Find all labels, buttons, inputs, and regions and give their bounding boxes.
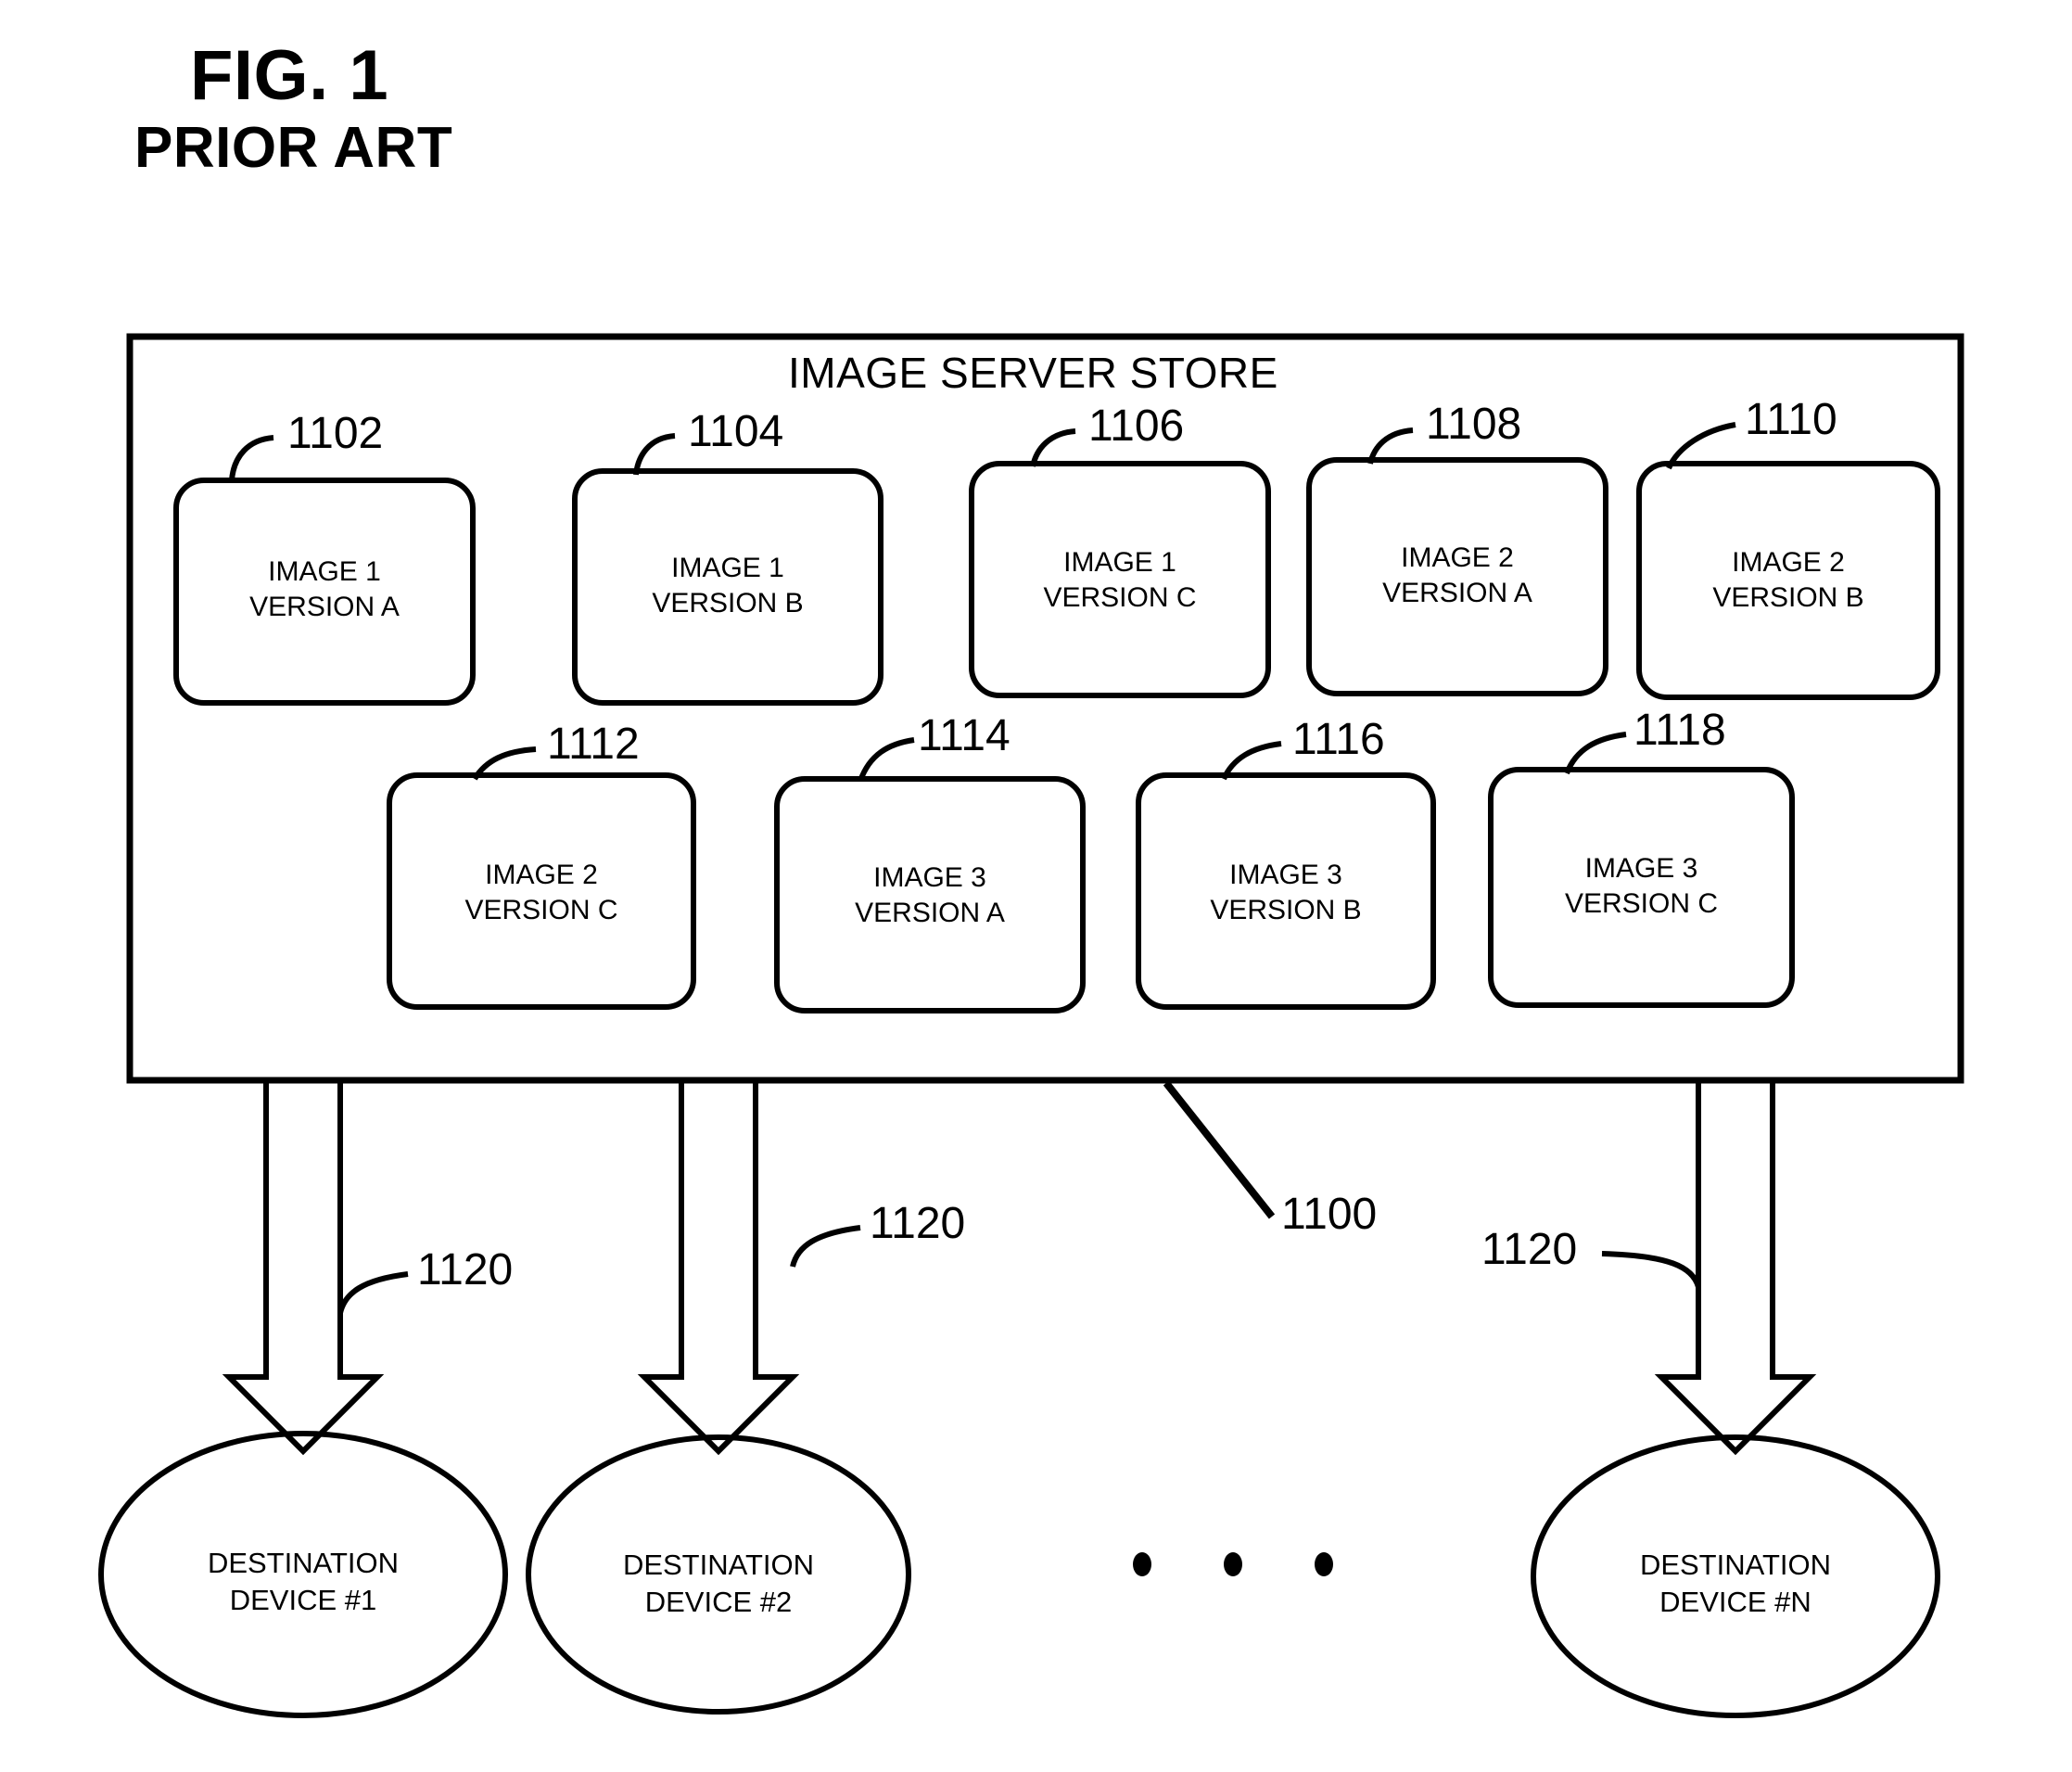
leader-1120-c (1601, 1251, 1701, 1288)
patent-figure: FIG. 1 PRIOR ART IMAGE SERVER STORE IMAG… (0, 0, 2072, 1772)
destination-device-1-shape (98, 1431, 508, 1718)
figure-subtitle: PRIOR ART (134, 116, 453, 180)
ref-numeral-1118: 1118 (1633, 706, 1726, 755)
ref-numeral-1120-a: 1120 (417, 1245, 514, 1294)
leader-1100 (1163, 1080, 1276, 1219)
leader-1114 (858, 737, 915, 783)
figure-artwork (98, 333, 1964, 1718)
ref-numeral-1102: 1102 (287, 409, 384, 458)
ref-numeral-1104: 1104 (688, 407, 784, 456)
image-box-1102 (173, 478, 476, 706)
ref-numeral-1106: 1106 (1088, 402, 1185, 451)
ref-numeral-1116: 1116 (1292, 715, 1385, 764)
block-arrow-1 (222, 1080, 385, 1456)
leader-1120-b (790, 1225, 861, 1268)
image-box-1104 (572, 468, 883, 706)
image-box-1108 (1306, 457, 1608, 696)
image-box-1116 (1136, 772, 1436, 1010)
image-box-1112 (387, 772, 696, 1010)
ellipsis-dot-1 (1133, 1552, 1151, 1576)
image-box-1118 (1488, 767, 1795, 1008)
block-arrow-2 (637, 1080, 800, 1456)
ref-numeral-1120-c: 1120 (1481, 1225, 1578, 1274)
ellipsis-dot-3 (1315, 1552, 1333, 1576)
ref-numeral-1110: 1110 (1745, 395, 1837, 444)
ref-numeral-1120-b: 1120 (870, 1199, 966, 1248)
ref-numeral-1112: 1112 (547, 720, 640, 769)
ref-numeral-1114: 1114 (918, 711, 1011, 760)
image-box-1114 (774, 776, 1086, 1013)
image-server-store-title: IMAGE SERVER STORE (788, 349, 1278, 397)
destination-device-2-shape (526, 1434, 911, 1715)
leader-1102 (229, 435, 274, 481)
image-box-1106 (969, 461, 1271, 698)
ellipsis-dot-2 (1224, 1552, 1242, 1576)
image-box-1110 (1636, 461, 1940, 700)
figure-title: FIG. 1 (190, 36, 389, 115)
ref-numeral-1108: 1108 (1426, 400, 1522, 449)
destination-device-n-shape (1531, 1434, 1940, 1718)
ref-numeral-1100: 1100 (1281, 1190, 1378, 1239)
leader-1120-a (337, 1271, 409, 1314)
